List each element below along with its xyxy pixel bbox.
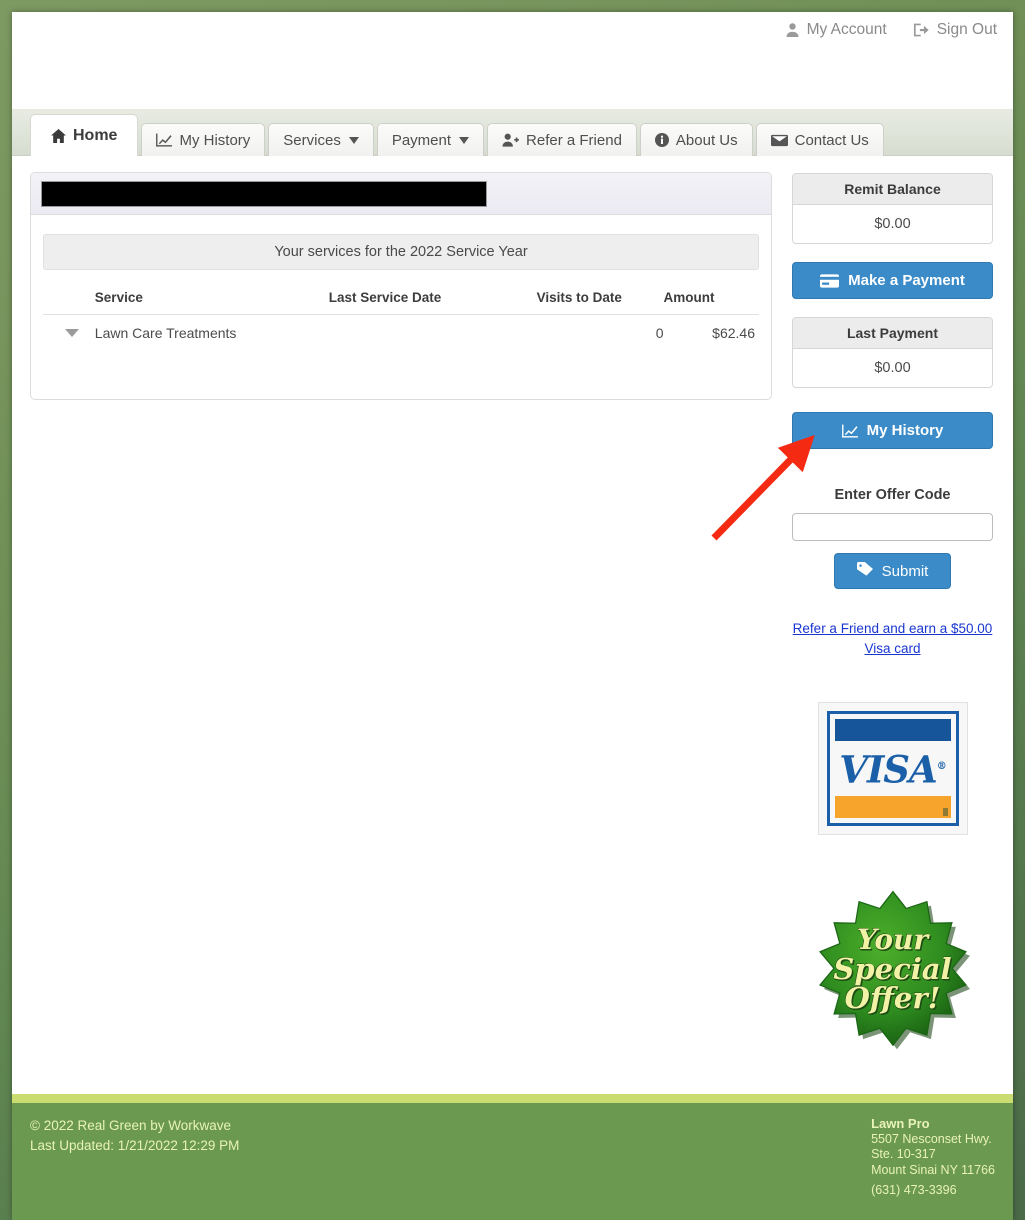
footer-address-line2: Ste. 10-317: [871, 1147, 936, 1161]
credit-card-icon: [820, 273, 840, 288]
tab-my-history[interactable]: My History: [141, 123, 266, 156]
row-service: Lawn Care Treatments: [94, 325, 237, 341]
refer-link-line1: Refer a Friend and earn a $50.00: [792, 621, 993, 636]
tab-refer-a-friend[interactable]: Refer a Friend: [487, 123, 637, 156]
chevron-down-icon: [348, 136, 359, 144]
table-header-service: Service: [94, 284, 329, 315]
panel-body: Your services for the 2022 Service Year …: [31, 215, 771, 399]
row-visits-to-date: 0: [655, 325, 664, 341]
footer-last-updated: Last Updated: 1/21/2022 12:29 PM: [30, 1138, 240, 1153]
footer-address-line3: Mount Sinai NY 11766: [871, 1162, 995, 1177]
refer-a-friend-link[interactable]: Refer a Friend and earn a $50.00 Visa ca…: [792, 619, 993, 659]
last-payment-value: $0.00: [874, 360, 911, 376]
tab-payment-label: Payment: [391, 131, 452, 149]
refer-link-line2: Visa card: [864, 641, 921, 656]
sign-out-link[interactable]: Sign Out: [913, 21, 997, 39]
tab-services[interactable]: Services: [268, 123, 374, 156]
tab-about-us-label: About Us: [675, 131, 738, 149]
page-footer: © 2022 Real Green by Workwave Last Updat…: [12, 1094, 1013, 1220]
footer-left: © 2022 Real Green by Workwave Last Updat…: [30, 1116, 239, 1220]
sign-out-label: Sign Out: [936, 21, 997, 38]
special-offer-badge[interactable]: Your Special Offer!: [813, 890, 973, 1050]
offer-code-label: Enter Offer Code: [834, 487, 951, 503]
footer-business-info: Lawn Pro 5507 Nesconset Hwy. Ste. 10-317…: [871, 1116, 995, 1220]
visa-bar-bottom: [834, 795, 951, 818]
row-expand-cell[interactable]: [43, 315, 95, 378]
tab-refer-a-friend-label: Refer a Friend: [526, 131, 622, 149]
table-header-visits-to-date: Visits to Date: [536, 284, 664, 315]
page-content: Your services for the 2022 Service Year …: [12, 156, 1013, 1094]
table-header-row: Service Last Service Date Visits to Date…: [43, 284, 759, 315]
tab-home[interactable]: Home: [30, 114, 139, 156]
footer-phone: (631) 473-3396: [871, 1183, 957, 1197]
tab-services-label: Services: [283, 131, 341, 149]
services-table: Service Last Service Date Visits to Date…: [43, 284, 759, 377]
tab-about-us[interactable]: About Us: [639, 123, 753, 156]
starburst-icon: [818, 890, 970, 1050]
visa-logo-wrap: VISA®: [792, 702, 993, 835]
table-row[interactable]: Lawn Care Treatments 0 $62.46: [43, 315, 759, 378]
sidebar: Remit Balance $0.00 Make a Payment Last …: [792, 172, 993, 1050]
tab-home-label: Home: [73, 126, 118, 144]
page-shell: My Account Sign Out Home My History Serv…: [12, 12, 1013, 1220]
table-header-toggle: [43, 284, 95, 315]
my-account-label: My Account: [806, 21, 887, 38]
top-header: My Account Sign Out: [12, 12, 1013, 109]
line-chart-icon: [841, 424, 858, 438]
visa-logo-text: VISA®: [839, 747, 946, 792]
offer-code-input[interactable]: [792, 513, 993, 541]
visa-logo: VISA®: [817, 702, 968, 835]
account-summary-panel: Your services for the 2022 Service Year …: [30, 172, 772, 400]
my-account-link[interactable]: My Account: [785, 21, 887, 39]
submit-label: Submit: [881, 562, 929, 580]
my-history-label: My History: [866, 422, 944, 439]
line-chart-icon: [156, 133, 173, 147]
special-offer-wrap: Your Special Offer!: [792, 890, 993, 1050]
sign-out-icon: [913, 22, 930, 38]
tag-icon: [856, 562, 873, 580]
user-icon: [785, 22, 800, 38]
account-links: My Account Sign Out: [785, 21, 997, 39]
service-year-banner: Your services for the 2022 Service Year: [43, 234, 759, 270]
tab-contact-us-label: Contact Us: [794, 131, 869, 149]
info-icon: [654, 133, 669, 147]
remit-balance-label: Remit Balance: [793, 174, 992, 205]
panel-header: [31, 173, 771, 215]
home-icon: [51, 128, 66, 143]
tab-payment[interactable]: Payment: [376, 123, 485, 156]
my-history-button[interactable]: My History: [792, 412, 993, 449]
footer-business-name: Lawn Pro: [871, 1116, 930, 1131]
row-last-service-date: [329, 315, 537, 378]
last-payment-box: Last Payment $0.00: [792, 317, 993, 388]
caret-down-icon[interactable]: [65, 329, 79, 337]
visa-bar-top: [834, 719, 951, 741]
table-header-amount: Amount: [663, 284, 759, 315]
user-plus-icon: [502, 133, 519, 147]
row-amount: $62.46: [712, 325, 755, 341]
make-a-payment-button[interactable]: Make a Payment: [792, 262, 993, 299]
table-header-last-service-date: Last Service Date: [328, 284, 537, 315]
remit-balance-value: $0.00: [874, 216, 911, 232]
make-a-payment-label: Make a Payment: [848, 272, 965, 289]
account-name-redacted: [41, 181, 487, 207]
remit-balance-box: Remit Balance $0.00: [792, 173, 993, 244]
tab-contact-us[interactable]: Contact Us: [755, 123, 884, 156]
main-navigation: Home My History Services Payment Refer a…: [12, 109, 1013, 156]
footer-copyright: © 2022 Real Green by Workwave: [30, 1118, 232, 1133]
envelope-icon: [770, 134, 788, 147]
footer-address-line1: 5507 Nesconset Hwy.: [871, 1131, 992, 1146]
last-payment-label: Last Payment: [793, 318, 992, 349]
tab-my-history-label: My History: [179, 131, 251, 149]
chevron-down-icon: [459, 136, 470, 144]
submit-offer-code-button[interactable]: Submit: [833, 553, 952, 589]
